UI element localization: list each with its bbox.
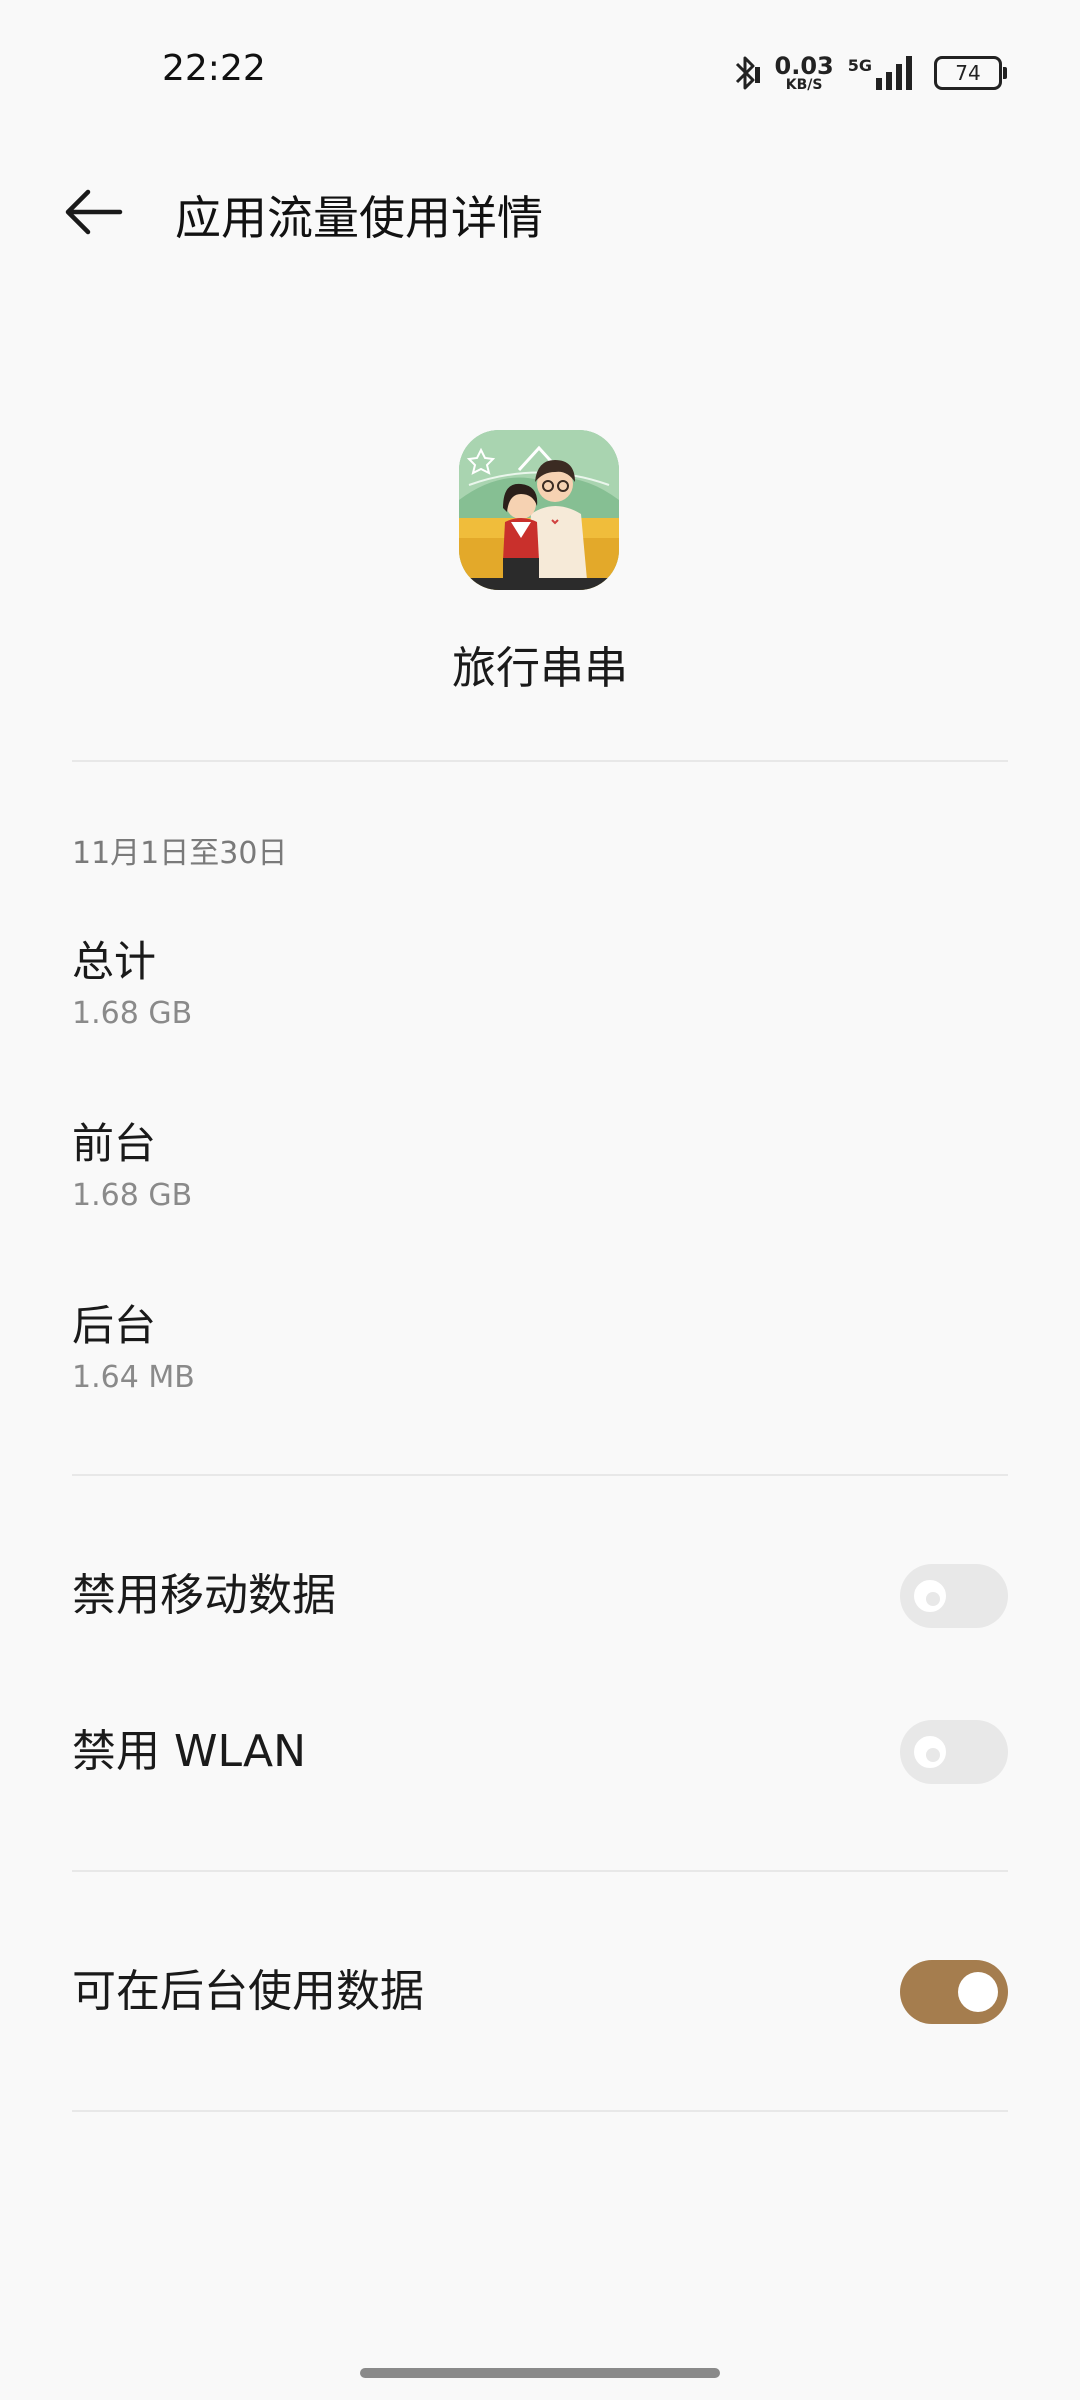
- back-arrow-icon[interactable]: [62, 184, 126, 240]
- stat-foreground-value: 1.68 GB: [72, 1178, 193, 1213]
- battery-level: 74: [955, 61, 981, 85]
- page-title: 应用流量使用详情: [175, 191, 543, 245]
- disable-mobile-data-toggle[interactable]: [900, 1564, 1008, 1628]
- app-traffic-detail-screen: 22:22 0.03 KB/S 5G 74 应用流量使用详情 旅行串串 11月1…: [0, 0, 1080, 2400]
- network-indicator: 5G: [848, 56, 912, 90]
- toggle-knob: [914, 1736, 946, 1768]
- setting-background-data[interactable]: 可在后台使用数据: [0, 1932, 1080, 2052]
- divider: [72, 1870, 1008, 1872]
- stat-total-value: 1.68 GB: [72, 996, 193, 1031]
- status-time: 22:22: [162, 48, 266, 89]
- app-illustration-icon: [459, 430, 619, 590]
- setting-disable-mobile-data[interactable]: 禁用移动数据: [0, 1536, 1080, 1656]
- stat-background-value: 1.64 MB: [72, 1360, 195, 1395]
- top-app-bar: 应用流量使用详情: [0, 170, 1080, 256]
- app-name: 旅行串串: [452, 643, 628, 694]
- battery-icon: 74: [934, 56, 1007, 90]
- stat-total-label: 总计: [72, 937, 157, 986]
- setting-background-data-label: 可在后台使用数据: [72, 1966, 424, 2017]
- network-type-label: 5G: [847, 56, 872, 75]
- stat-foreground-label: 前台: [72, 1119, 157, 1168]
- network-speed-value: 0.03: [774, 52, 834, 80]
- setting-disable-mobile-data-label: 禁用移动数据: [72, 1570, 336, 1621]
- disable-wlan-toggle[interactable]: [900, 1720, 1008, 1784]
- network-speed-unit: KB/S: [785, 77, 823, 93]
- divider: [72, 1474, 1008, 1476]
- app-icon: [459, 430, 619, 590]
- status-bar: 22:22 0.03 KB/S 5G 74: [0, 0, 1080, 140]
- setting-disable-wlan[interactable]: 禁用 WLAN: [0, 1692, 1080, 1812]
- toggle-knob: [958, 1972, 998, 2012]
- setting-disable-wlan-label: 禁用 WLAN: [72, 1726, 307, 1777]
- home-indicator[interactable]: [360, 2368, 720, 2378]
- signal-icon: [876, 56, 912, 90]
- divider: [72, 2110, 1008, 2112]
- network-speed: 0.03 KB/S: [775, 54, 834, 92]
- background-data-toggle[interactable]: [900, 1960, 1008, 2024]
- bluetooth-icon: [735, 56, 760, 90]
- toggle-knob: [914, 1580, 946, 1612]
- divider: [72, 760, 1008, 762]
- stat-background-label: 后台: [72, 1301, 157, 1350]
- status-icons: 0.03 KB/S 5G 74: [731, 50, 1007, 96]
- date-range: 11月1日至30日: [72, 836, 288, 871]
